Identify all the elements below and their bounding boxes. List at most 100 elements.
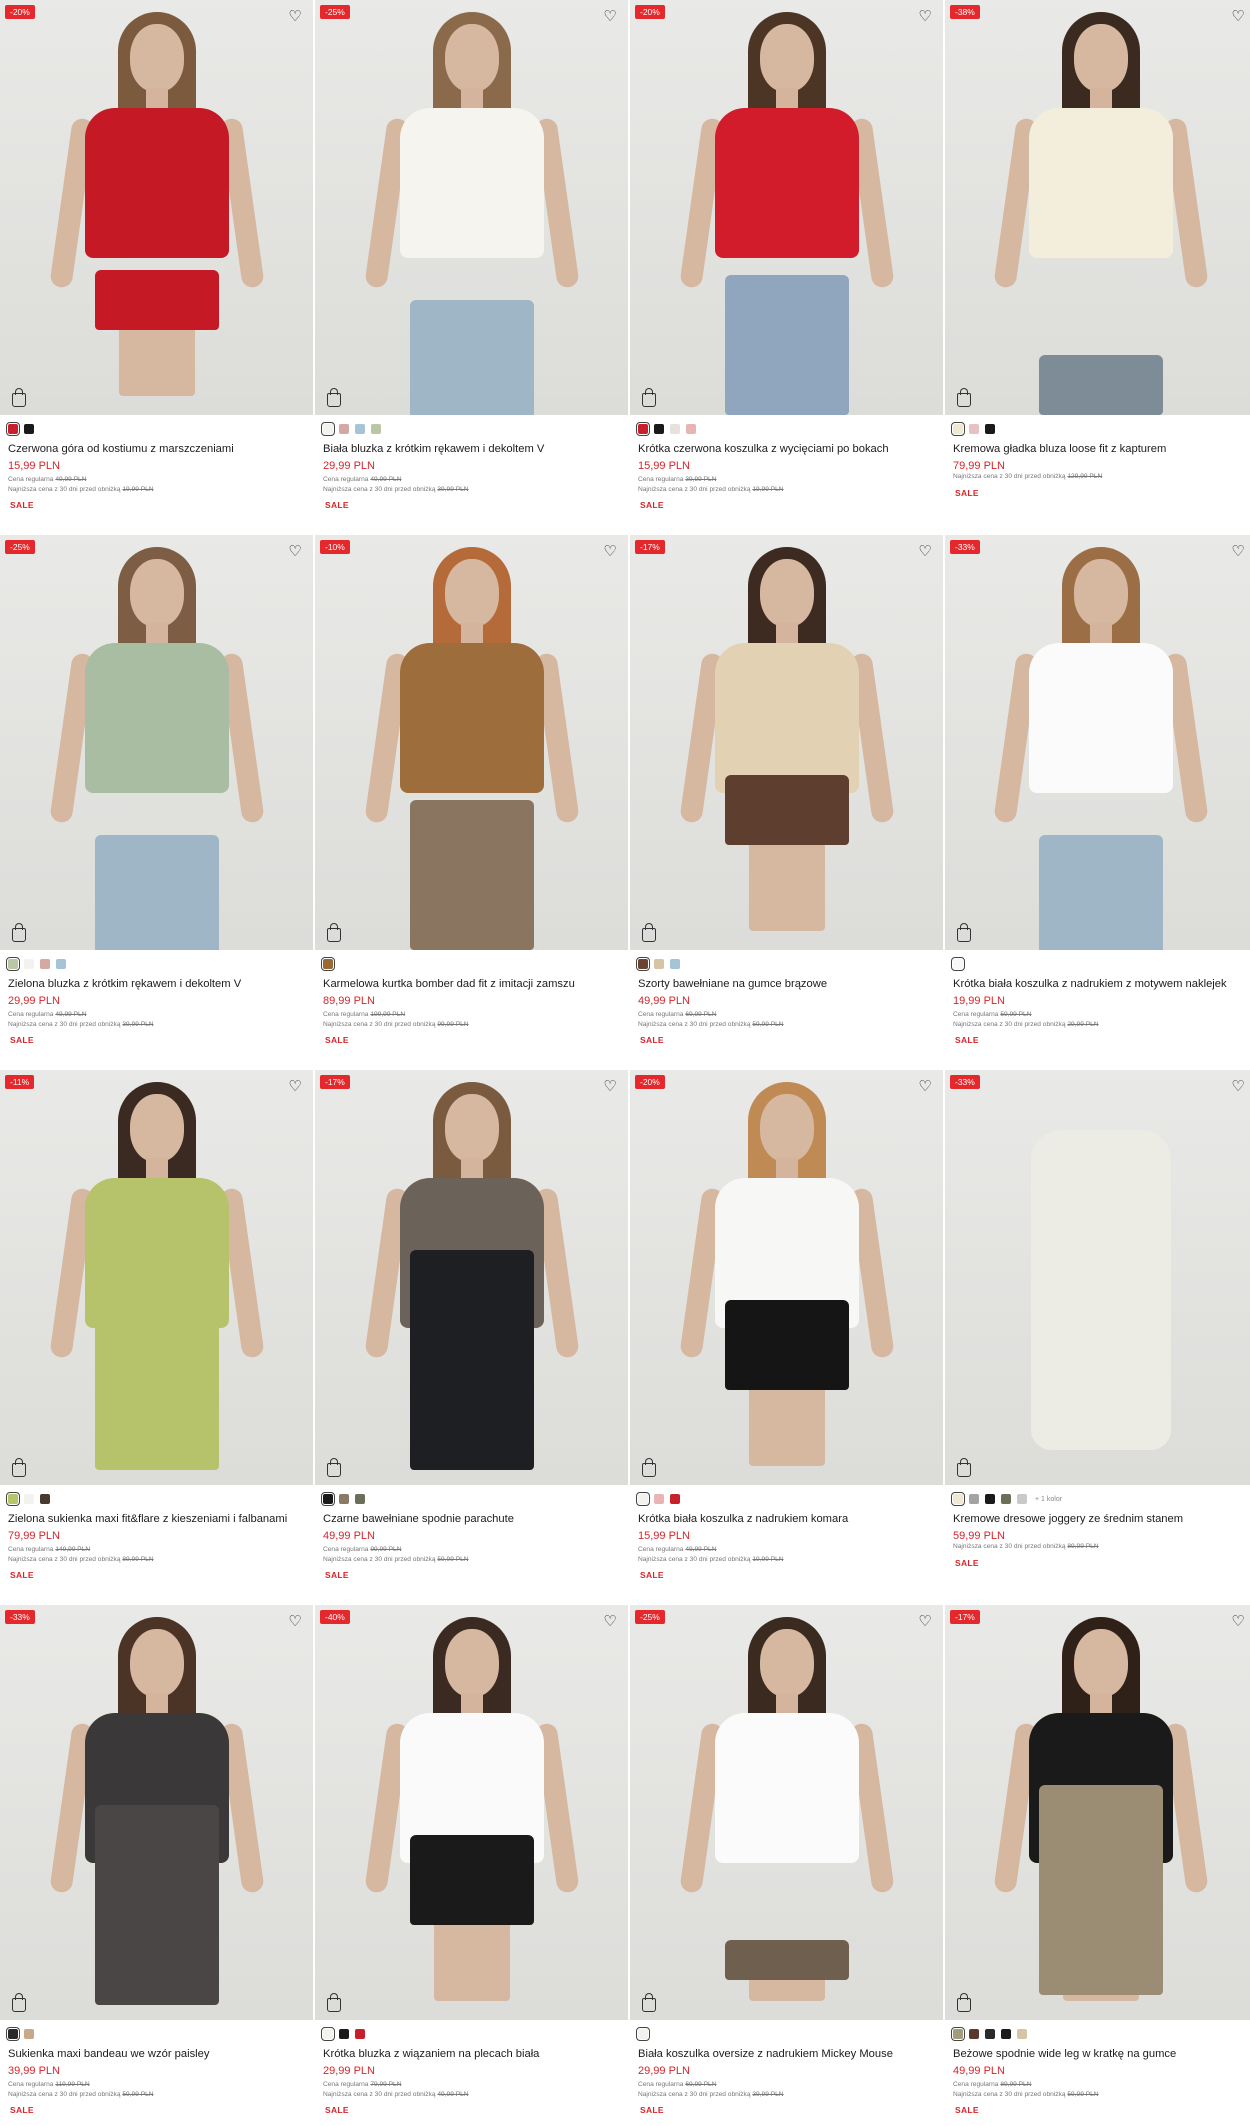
product-image[interactable]: -20% ♡ [630, 0, 943, 415]
color-swatch[interactable] [355, 424, 365, 434]
color-swatch[interactable] [636, 1492, 650, 1506]
shopping-bag-icon[interactable] [327, 1993, 341, 2012]
color-swatch[interactable] [985, 424, 995, 434]
shopping-bag-icon[interactable] [12, 1993, 26, 2012]
color-swatch[interactable] [339, 1494, 349, 1504]
color-swatch[interactable] [654, 1494, 664, 1504]
heart-icon[interactable]: ♡ [602, 1614, 618, 1630]
color-swatch[interactable] [636, 957, 650, 971]
product-card[interactable]: -25% ♡ Biała bluzka z krótkim rękawem i … [315, 0, 628, 535]
color-swatch[interactable] [40, 959, 50, 969]
heart-icon[interactable]: ♡ [287, 1079, 303, 1095]
heart-icon[interactable]: ♡ [917, 1079, 933, 1095]
color-swatch[interactable] [355, 1494, 365, 1504]
shopping-bag-icon[interactable] [327, 923, 341, 942]
color-swatch[interactable] [985, 2029, 995, 2039]
product-card[interactable]: -20% ♡ Krótka biała koszulka z nadrukiem… [630, 1070, 943, 1605]
shopping-bag-icon[interactable] [12, 1458, 26, 1477]
color-swatch[interactable] [951, 2027, 965, 2041]
color-swatch[interactable] [670, 1494, 680, 1504]
color-swatch[interactable] [6, 1492, 20, 1506]
heart-icon[interactable]: ♡ [1230, 1614, 1246, 1630]
color-swatch[interactable] [6, 957, 20, 971]
product-image[interactable]: -40% ♡ [315, 1605, 628, 2020]
color-swatch[interactable] [24, 424, 34, 434]
product-name[interactable]: Zielona bluzka z krótkim rękawem i dekol… [8, 978, 305, 990]
product-name[interactable]: Czarne bawełniane spodnie parachute [323, 1513, 620, 1525]
product-image[interactable]: -11% ♡ [0, 1070, 313, 1485]
heart-icon[interactable]: ♡ [1230, 544, 1246, 560]
color-swatch[interactable] [321, 957, 335, 971]
product-image[interactable]: -20% ♡ [0, 0, 313, 415]
product-image[interactable]: -25% ♡ [315, 0, 628, 415]
product-image[interactable]: -33% ♡ [945, 535, 1250, 950]
shopping-bag-icon[interactable] [12, 388, 26, 407]
product-card[interactable]: -17% ♡ Szorty bawełniane na gumce brązow… [630, 535, 943, 1070]
shopping-bag-icon[interactable] [642, 1458, 656, 1477]
color-swatch[interactable] [636, 2027, 650, 2041]
product-image[interactable]: -33% ♡ [945, 1070, 1250, 1485]
heart-icon[interactable]: ♡ [602, 544, 618, 560]
product-name[interactable]: Kremowe dresowe joggery ze średnim stane… [953, 1513, 1248, 1525]
product-card[interactable]: -10% ♡ Karmelowa kurtka bomber dad fit z… [315, 535, 628, 1070]
product-image[interactable]: -25% ♡ [630, 1605, 943, 2020]
product-name[interactable]: Zielona sukienka maxi fit&flare z kiesze… [8, 1513, 305, 1525]
color-swatch[interactable] [969, 1494, 979, 1504]
product-card[interactable]: -33% ♡ Krótka biała koszulka z nadrukiem… [945, 535, 1250, 1070]
color-swatch[interactable] [1017, 2029, 1027, 2039]
shopping-bag-icon[interactable] [327, 1458, 341, 1477]
color-swatch[interactable] [1017, 1494, 1027, 1504]
color-swatch[interactable] [321, 1492, 335, 1506]
product-image[interactable]: -38% ♡ [945, 0, 1250, 415]
product-image[interactable]: -25% ♡ [0, 535, 313, 950]
product-name[interactable]: Sukienka maxi bandeau we wzór paisley [8, 2048, 305, 2060]
heart-icon[interactable]: ♡ [917, 1614, 933, 1630]
color-swatch[interactable] [339, 2029, 349, 2039]
product-image[interactable]: -17% ♡ [315, 1070, 628, 1485]
product-card[interactable]: -33% ♡ Sukienka maxi bandeau we wzór pai… [0, 1605, 313, 2126]
color-swatch[interactable] [24, 959, 34, 969]
color-swatch[interactable] [371, 424, 381, 434]
product-card[interactable]: -40% ♡ Krótka bluzka z wiązaniem na plec… [315, 1605, 628, 2126]
heart-icon[interactable]: ♡ [602, 9, 618, 25]
product-name[interactable]: Krótka biała koszulka z nadrukiem komara [638, 1513, 935, 1525]
color-swatch[interactable] [321, 422, 335, 436]
product-card[interactable]: -38% ♡ Kremowa gładka bluza loose fit z … [945, 0, 1250, 535]
shopping-bag-icon[interactable] [957, 388, 971, 407]
product-image[interactable]: -17% ♡ [945, 1605, 1250, 2020]
product-image[interactable]: -17% ♡ [630, 535, 943, 950]
product-card[interactable]: -17% ♡ Beżowe spodnie wide leg w kratkę … [945, 1605, 1250, 2126]
color-swatch[interactable] [339, 424, 349, 434]
product-card[interactable]: -17% ♡ Czarne bawełniane spodnie parachu… [315, 1070, 628, 1605]
heart-icon[interactable]: ♡ [602, 1079, 618, 1095]
product-name[interactable]: Biała koszulka oversize z nadrukiem Mick… [638, 2048, 935, 2060]
color-swatch[interactable] [951, 957, 965, 971]
shopping-bag-icon[interactable] [642, 388, 656, 407]
product-name[interactable]: Czerwona góra od kostiumu z marszczeniam… [8, 443, 305, 455]
product-card[interactable]: -33% ♡ + 1 kolor Kremowe dresowe joggery… [945, 1070, 1250, 1605]
product-image[interactable]: -20% ♡ [630, 1070, 943, 1485]
color-swatch[interactable] [686, 424, 696, 434]
color-swatch[interactable] [40, 1494, 50, 1504]
product-card[interactable]: -20% ♡ Krótka czerwona koszulka z wycięc… [630, 0, 943, 535]
color-swatch[interactable] [1001, 2029, 1011, 2039]
color-swatch[interactable] [985, 1494, 995, 1504]
heart-icon[interactable]: ♡ [287, 9, 303, 25]
color-swatch[interactable] [654, 424, 664, 434]
product-image[interactable]: -33% ♡ [0, 1605, 313, 2020]
color-swatch[interactable] [951, 422, 965, 436]
color-swatch[interactable] [1001, 1494, 1011, 1504]
product-name[interactable]: Beżowe spodnie wide leg w kratkę na gumc… [953, 2048, 1248, 2060]
color-swatch[interactable] [24, 2029, 34, 2039]
color-swatch[interactable] [6, 2027, 20, 2041]
product-name[interactable]: Krótka czerwona koszulka z wycięciami po… [638, 443, 935, 455]
heart-icon[interactable]: ♡ [1230, 1079, 1246, 1095]
shopping-bag-icon[interactable] [642, 1993, 656, 2012]
product-card[interactable]: -11% ♡ Zielona sukienka maxi fit&flare z… [0, 1070, 313, 1605]
color-swatch[interactable] [321, 2027, 335, 2041]
product-name[interactable]: Szorty bawełniane na gumce brązowe [638, 978, 935, 990]
product-name[interactable]: Biała bluzka z krótkim rękawem i dekolte… [323, 443, 620, 455]
shopping-bag-icon[interactable] [957, 1993, 971, 2012]
color-swatch[interactable] [636, 422, 650, 436]
color-swatch[interactable] [56, 959, 66, 969]
